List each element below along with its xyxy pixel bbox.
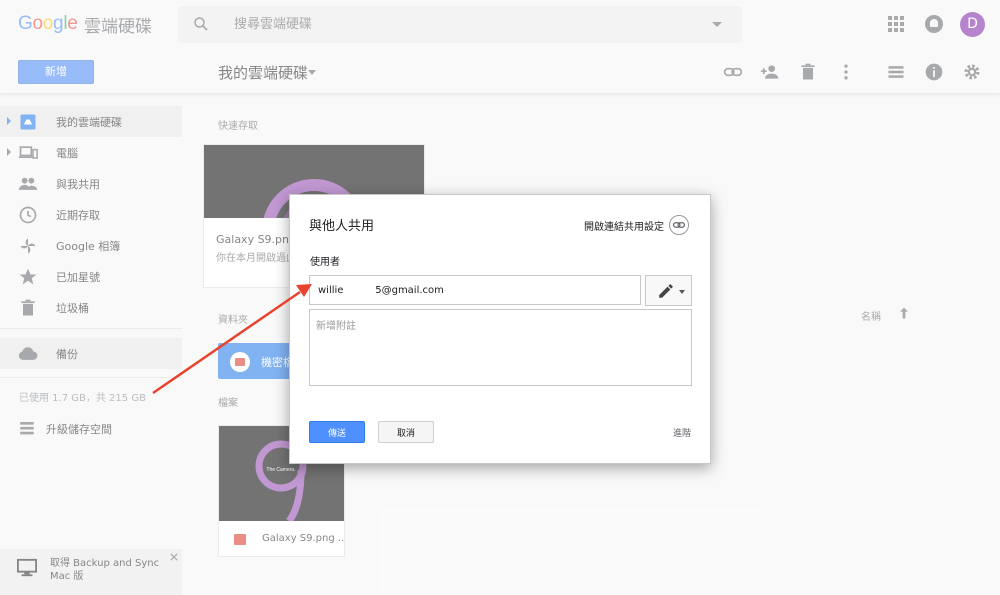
chevron-down-icon (679, 290, 685, 294)
permission-dropdown[interactable] (645, 275, 692, 306)
cancel-button[interactable]: 取消 (378, 421, 434, 443)
share-dialog: 與他人共用 開啟連結共用設定 使用者 傳送 取消 進階 (289, 194, 711, 464)
advanced-link[interactable]: 進階 (673, 426, 691, 439)
people-label: 使用者 (310, 257, 340, 268)
link-icon[interactable] (669, 215, 689, 235)
people-email-input[interactable] (309, 275, 641, 305)
send-button[interactable]: 傳送 (309, 421, 365, 443)
link-sharing-settings[interactable]: 開啟連結共用設定 (584, 218, 664, 233)
pencil-edit-icon (659, 284, 673, 298)
dialog-title: 與他人共用 (309, 219, 375, 234)
add-note-textarea[interactable] (309, 309, 692, 386)
